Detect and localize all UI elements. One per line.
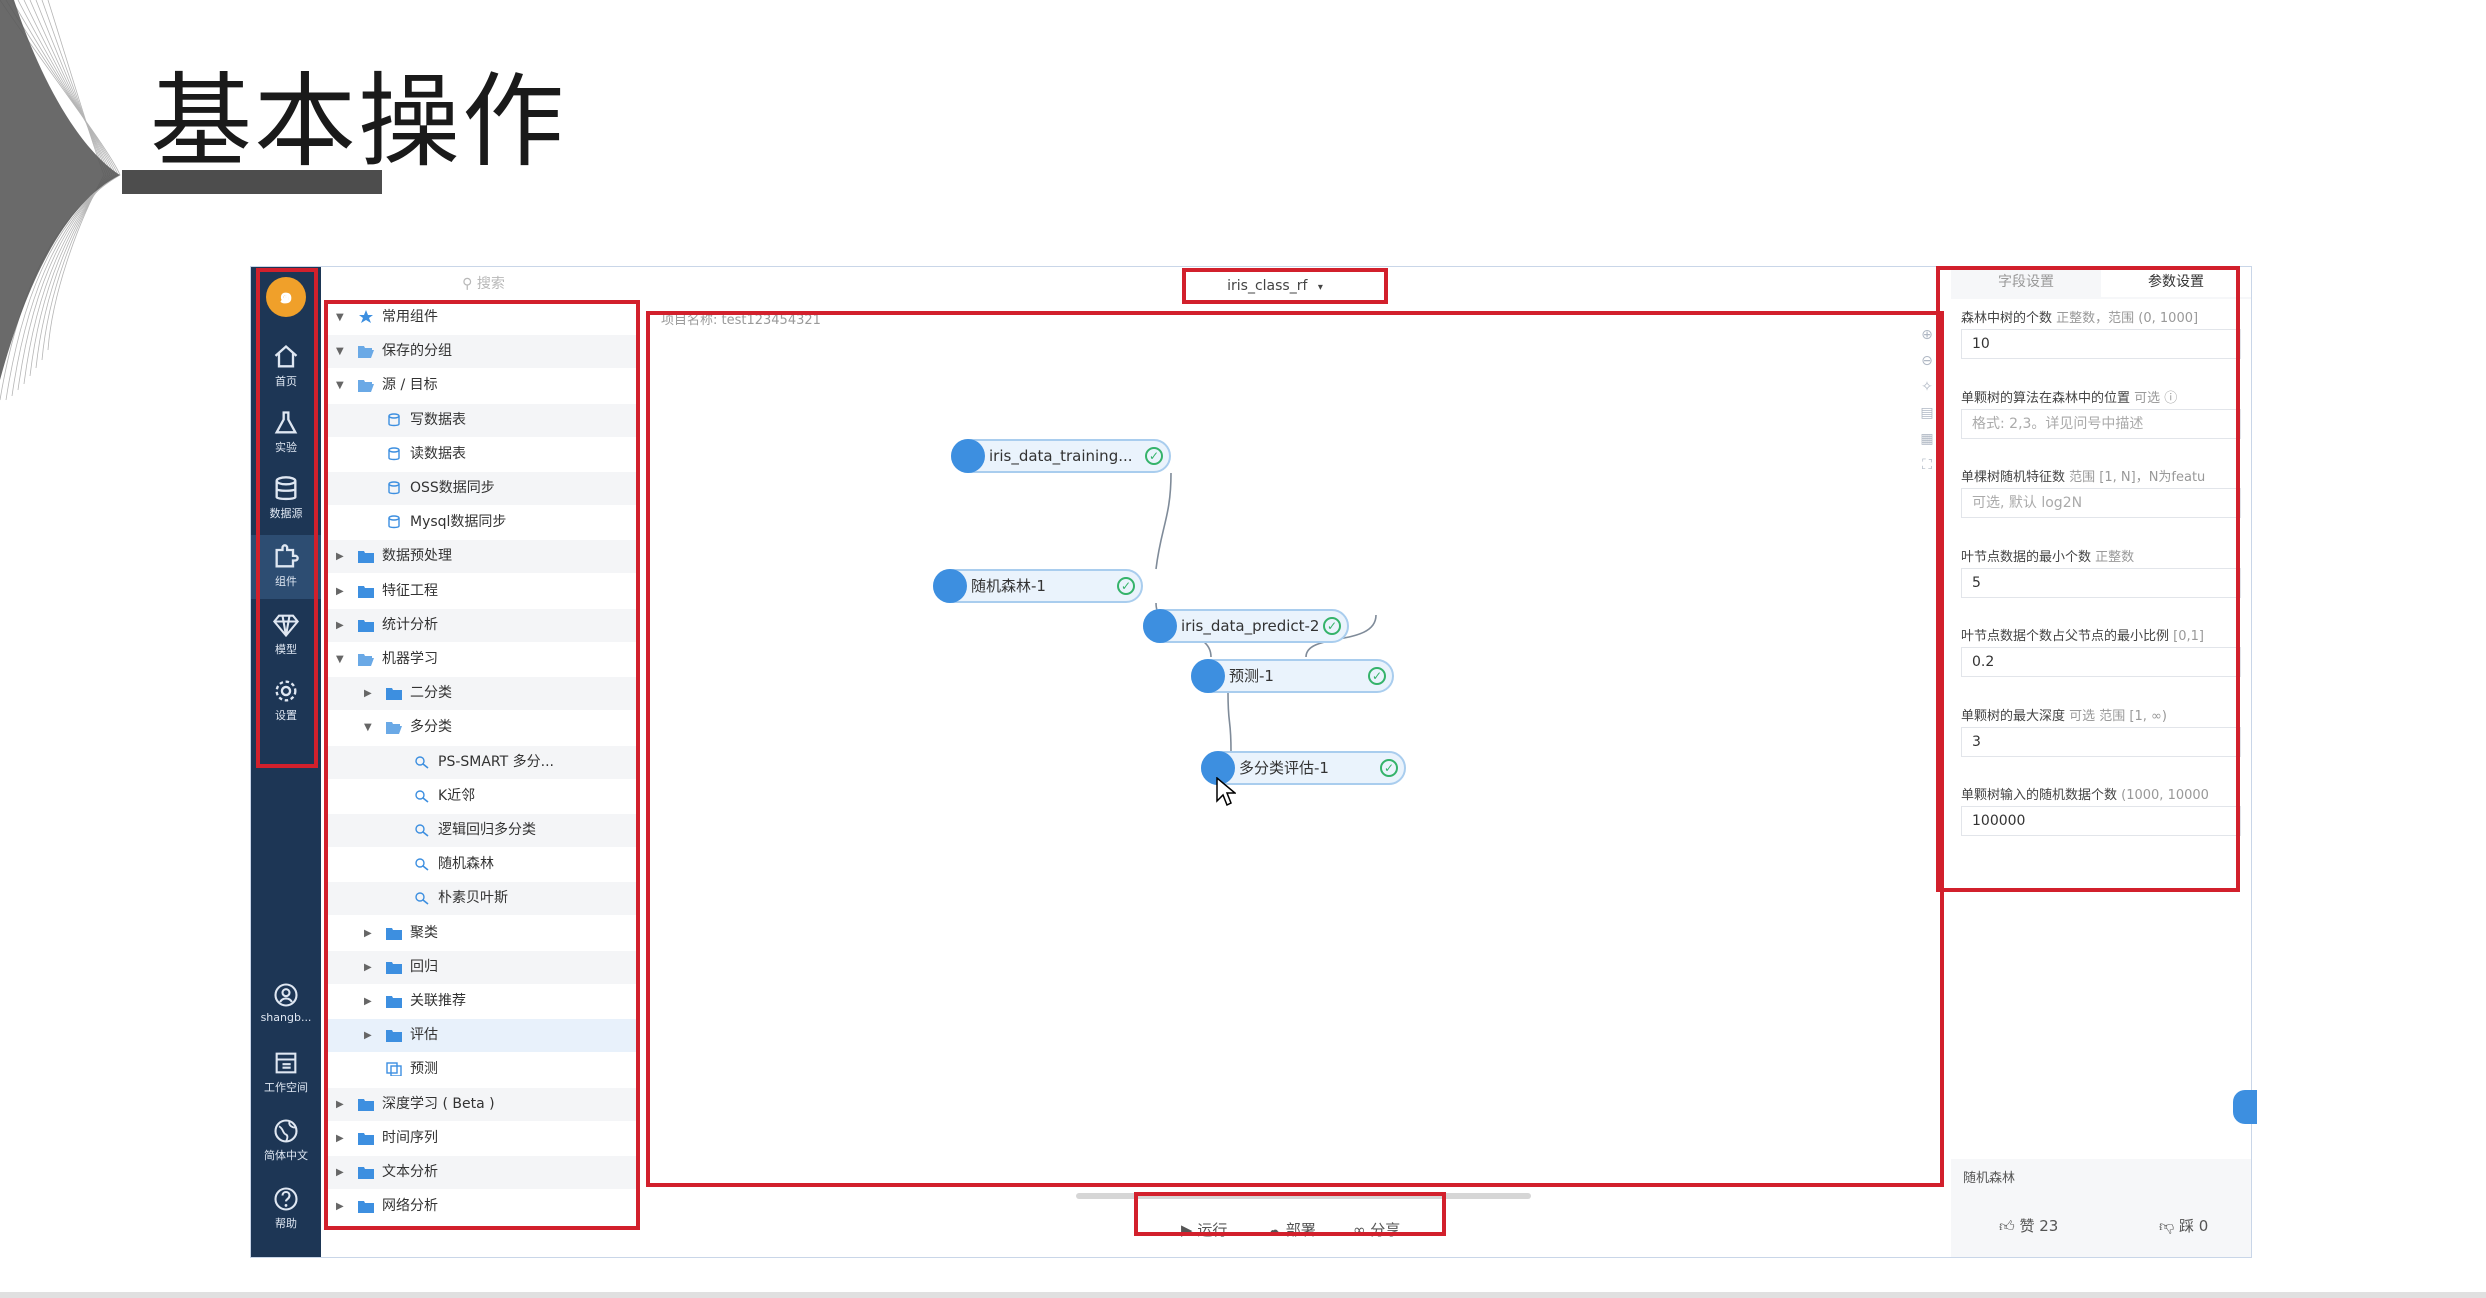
- floating-helper-button[interactable]: [2233, 1090, 2257, 1124]
- dislike-button[interactable]: 👎︎ 踩 0: [2159, 1215, 2208, 1236]
- highlight-box-tab: [1182, 268, 1388, 304]
- slide-bottom-rule: [0, 1292, 2486, 1298]
- dislike-count: 踩 0: [2179, 1217, 2209, 1235]
- globe-icon: [274, 1119, 298, 1143]
- component-search[interactable]: ⚲ 搜索: [326, 271, 641, 297]
- nav-label-workspace: 工作空间: [264, 1081, 308, 1094]
- nav-label-user: shangb...: [260, 1011, 312, 1024]
- like-count: 赞 23: [2019, 1217, 2059, 1235]
- highlight-box-params: [1936, 266, 2240, 892]
- slide-title: 基本操作: [150, 63, 566, 182]
- thumbs-down-icon: 👎︎: [2159, 1217, 2175, 1235]
- thumbs-up-icon: 👍︎: [1999, 1217, 2015, 1235]
- algorithm-name: 随机森林: [1963, 1171, 2016, 1186]
- highlight-box-tree: [324, 300, 640, 1230]
- nav-item-user[interactable]: shangb...: [251, 973, 321, 1037]
- highlight-box-canvas: [646, 311, 1944, 1187]
- search-placeholder: 搜索: [476, 276, 505, 292]
- workspace-icon: [275, 1052, 297, 1074]
- nav-label-language: 简体中文: [264, 1149, 308, 1162]
- nav-item-workspace[interactable]: 工作空间: [251, 1041, 321, 1105]
- panel-footer: 随机森林 👍︎ 赞 23 👎︎ 踩 0: [1951, 1159, 2251, 1257]
- like-button[interactable]: 👍︎ 赞 23: [1999, 1215, 2058, 1236]
- highlight-box-actions: [1134, 1192, 1446, 1236]
- title-underline: [122, 170, 382, 194]
- highlight-box-nav: [256, 268, 318, 768]
- user-icon: [274, 983, 298, 1007]
- nav-item-language[interactable]: 简体中文: [251, 1109, 321, 1173]
- search-icon: ⚲: [462, 276, 473, 292]
